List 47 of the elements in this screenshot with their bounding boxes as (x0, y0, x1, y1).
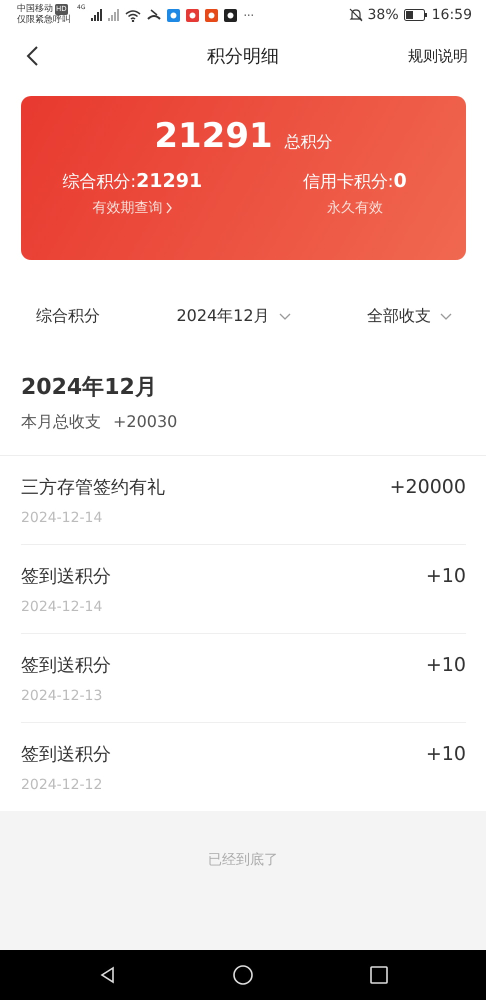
record-date: 2024-12-14 (21, 598, 102, 614)
combined-points: 综合积分:21291 (62, 170, 202, 193)
total-label: 总积分 (284, 132, 333, 153)
battery-icon (404, 9, 427, 21)
record-date: 2024-12-14 (21, 510, 102, 526)
app-icon (186, 8, 200, 22)
credit-card-points: 信用卡积分:0 (302, 170, 407, 193)
emergency-text: 仅限紧急呼叫 (17, 15, 71, 26)
record-date: 2024-12-13 (21, 688, 102, 704)
filter-dropdown[interactable]: 2024年12月 (176, 306, 291, 326)
chevron-right-icon (166, 202, 172, 214)
record-title: 三方存管签约有礼 (21, 476, 165, 498)
app-icon (205, 8, 218, 22)
record-amount: +10 (426, 654, 466, 676)
battery-percent: 38% (368, 7, 399, 23)
record-title: 签到送积分 (21, 564, 111, 588)
record-amount: +20000 (390, 476, 466, 498)
record-amount: +10 (426, 564, 466, 586)
month-heading: 2024年12月 (21, 374, 158, 402)
app-icon (224, 8, 238, 22)
validity-note: 永久有效 (326, 199, 383, 217)
wifi-icon (125, 8, 142, 22)
signal-icon (91, 9, 102, 21)
record-title: 签到送积分 (21, 654, 111, 676)
month-total-label: 本月总收支 (21, 412, 101, 433)
record-amount: +10 (426, 742, 466, 764)
rules-link[interactable]: 规则说明 (408, 46, 468, 66)
recent-apps-icon[interactable] (370, 966, 388, 984)
chevron-down-icon (440, 312, 452, 320)
record-date: 2024-12-12 (21, 776, 102, 792)
signal-icon (108, 9, 120, 21)
filter-dropdown[interactable]: 全部收支 (366, 306, 452, 326)
page-title: 积分明细 (207, 46, 279, 67)
bell-muted-icon (348, 8, 363, 22)
home-icon[interactable] (232, 965, 252, 985)
clock-time: 16:59 (432, 7, 472, 23)
month-total-value: +20030 (113, 412, 178, 433)
carrier-name: 中国移动 (17, 4, 53, 14)
record-title: 签到送积分 (21, 742, 111, 766)
chevron-down-icon (278, 312, 291, 320)
filter-tab[interactable]: 综合积分 (36, 306, 100, 326)
end-of-list-text: 已经到底了 (208, 852, 278, 868)
back-icon[interactable] (26, 45, 39, 67)
back-icon[interactable] (98, 966, 116, 984)
more-notifications: ··· (243, 8, 254, 22)
app-icon (167, 8, 180, 22)
total-points: 21291 (154, 116, 273, 156)
